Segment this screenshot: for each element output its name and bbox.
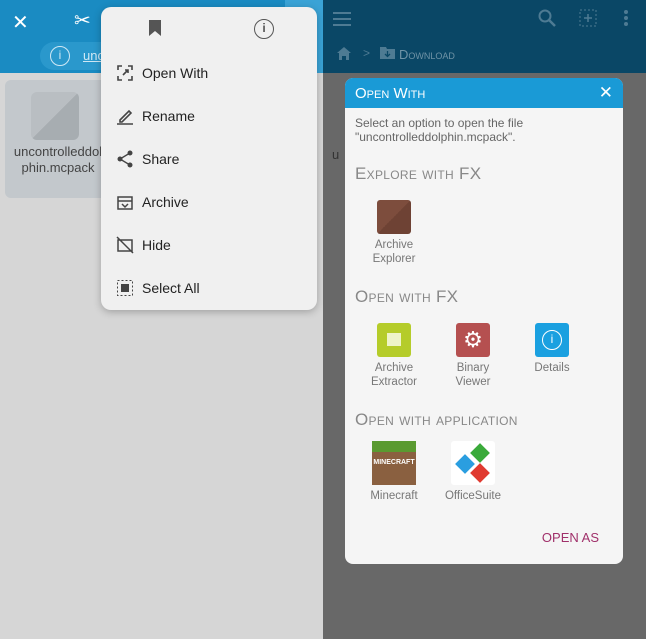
app-toolbar: > Download [323, 0, 646, 73]
close-icon[interactable]: ✕ [12, 10, 29, 35]
menu-item-archive[interactable]: Archive [101, 180, 317, 223]
hide-icon [116, 235, 134, 254]
open-with-dialog: Open With ✕ Select an option to open the… [345, 78, 623, 564]
app-archive-extractor[interactable]: Archive Extractor [359, 323, 429, 389]
breadcrumb-download[interactable]: Download [399, 47, 455, 62]
menu-label: Hide [142, 236, 171, 253]
dialog-header: Open With ✕ [345, 78, 623, 108]
app-officesuite[interactable]: OfficeSuite [438, 441, 508, 503]
menu-label: Open With [142, 64, 209, 81]
menu-label: Archive [142, 193, 189, 210]
gear-icon: ⚙ [456, 323, 490, 357]
pencil-icon [117, 109, 133, 125]
file-name: uncontrolleddolphin.mcpack [13, 144, 103, 175]
chevron-right-icon: > [363, 46, 371, 60]
dialog-description: Select an option to open the file "uncon… [355, 116, 524, 144]
section-title: Open with FX [355, 287, 459, 306]
app-label: Minecraft [370, 490, 418, 502]
dialog-title: Open With [355, 85, 426, 102]
app-label: OfficeSuite [444, 490, 502, 502]
share-icon [117, 150, 133, 167]
app-details[interactable]: i Details [517, 323, 587, 375]
more-options-icon[interactable] [623, 9, 629, 32]
hamburger-menu-icon[interactable] [333, 12, 351, 31]
info-icon: i [50, 46, 70, 66]
cut-icon[interactable]: ✂ [74, 8, 91, 33]
close-icon[interactable]: ✕ [599, 83, 613, 103]
right-pane: > Download u Open With ✕ Select an optio… [323, 0, 646, 639]
home-icon[interactable] [337, 47, 351, 65]
info-icon: i [535, 323, 569, 357]
info-icon[interactable]: i [254, 19, 274, 39]
menu-item-hide[interactable]: Hide [101, 223, 317, 266]
section-title: Explore with FX [355, 164, 482, 183]
new-item-icon[interactable] [579, 9, 597, 32]
open-with-icon [117, 64, 133, 81]
bookmark-icon[interactable] [148, 19, 162, 42]
app-archive-explorer[interactable]: Archive Explorer [359, 200, 429, 266]
section-title: Open with application [355, 410, 518, 429]
file-tile[interactable]: uncontrolleddolphin.mcpack [5, 80, 111, 198]
select-all-icon [117, 279, 133, 296]
context-menu: i Open With Rename Share Archive Hide Se… [101, 7, 317, 310]
menu-item-open-with[interactable]: Open With [101, 51, 317, 94]
app-label: Binary Viewer [455, 362, 491, 388]
menu-item-select-all[interactable]: Select All [101, 266, 317, 309]
left-pane: ✕ ✂ i unc uncontrolleddolphin.mcpack i O… [0, 0, 323, 639]
archive-icon [117, 195, 133, 210]
app-label: Details [534, 362, 570, 374]
minecraft-icon: MINECRAFT [372, 441, 416, 485]
app-label: Archive Extractor [370, 362, 417, 388]
app-label: Archive Explorer [372, 239, 416, 265]
archive-extractor-icon [377, 323, 411, 357]
archive-explorer-icon [377, 200, 411, 234]
search-icon[interactable] [538, 9, 556, 32]
menu-item-rename[interactable]: Rename [101, 94, 317, 137]
open-as-button[interactable]: OPEN AS [542, 530, 599, 545]
menu-item-share[interactable]: Share [101, 137, 317, 180]
app-binary-viewer[interactable]: ⚙ Binary Viewer [438, 323, 508, 389]
menu-label: Share [142, 150, 180, 167]
menu-label: Select All [142, 279, 200, 296]
file-icon [31, 92, 79, 140]
app-minecraft[interactable]: MINECRAFT Minecraft [359, 441, 429, 503]
download-folder-icon [380, 46, 395, 64]
menu-label: Rename [142, 107, 195, 124]
officesuite-icon [451, 441, 495, 485]
